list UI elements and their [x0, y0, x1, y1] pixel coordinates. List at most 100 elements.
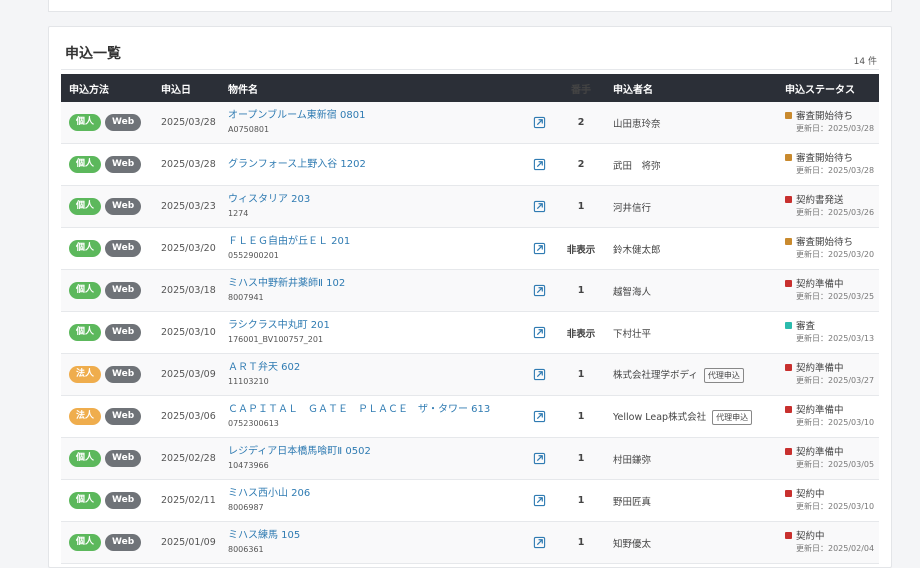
updated-date: 更新日：2025/03/28	[796, 124, 875, 133]
external-link-cell	[521, 143, 557, 186]
property-code: 1274	[228, 209, 249, 218]
applicant-type-badge: 法人	[69, 408, 102, 425]
external-link-cell	[521, 269, 557, 312]
col-header-method: 申込方法	[61, 74, 153, 102]
updated-date: 更新日：2025/03/10	[796, 502, 875, 511]
property-name-link[interactable]: ミハス西小山 206	[228, 487, 521, 501]
property-name-link[interactable]: ＣＡＰＩＴＡＬ ＧＡＴＥ ＰＬＡＣＥ ザ・タワー 613	[228, 403, 521, 417]
ban-number: 1	[557, 353, 605, 396]
applicant-name: 知野優太	[613, 538, 652, 550]
table-row[interactable]: 個人 Web 2025/03/10 ラシクラス中丸町 201 176001_BV…	[61, 311, 879, 354]
method-cell: 個人 Web	[61, 437, 153, 480]
external-link-icon[interactable]	[533, 116, 546, 129]
status-label: 審査開始待ち	[785, 110, 879, 123]
external-link-icon[interactable]	[533, 200, 546, 213]
table-row[interactable]: 個人 Web 2025/03/28 グランフォース上野入谷 1202 2 武田 …	[61, 143, 879, 186]
applicant-name: 下村壮平	[613, 328, 652, 340]
external-link-icon[interactable]	[533, 284, 546, 297]
channel-badge: Web	[105, 156, 142, 173]
applicant-type-badge: 個人	[69, 240, 102, 257]
application-date: 2025/03/18	[153, 269, 220, 312]
property-name-link[interactable]: ＡＲＴ弁天 602	[228, 361, 521, 375]
property-name-link[interactable]: グランフォース上野入谷 1202	[228, 158, 521, 172]
table-row[interactable]: 法人 Web 2025/03/09 ＡＲＴ弁天 602 11103210 1 株…	[61, 353, 879, 396]
table-header: 申込方法 申込日 物件名 番手 申込者名 申込ステータス	[61, 74, 879, 102]
col-header-ban: 番手	[557, 74, 605, 102]
table-row[interactable]: 個人 Web 2025/01/09 ミハス練馬 105 8006361 1 知野…	[61, 521, 879, 564]
col-header-status: 申込ステータス	[777, 74, 879, 102]
table-row[interactable]: 個人 Web 2025/03/23 ウィスタリア 203 1274 1 河井信行…	[61, 185, 879, 228]
col-header-date: 申込日	[153, 74, 220, 102]
property-code: 0552900201	[228, 251, 279, 260]
status-cell: 契約準備中 更新日：2025/03/25	[777, 269, 879, 312]
property-cell: ラシクラス中丸町 201 176001_BV100757_201	[220, 311, 521, 354]
property-name-link[interactable]: ミハス練馬 105	[228, 529, 521, 543]
ban-number: 1	[557, 521, 605, 564]
property-code: 10473966	[228, 461, 269, 470]
application-date: 2025/03/20	[153, 227, 220, 270]
status-cell: 契約準備中 更新日：2025/03/05	[777, 437, 879, 480]
table-row[interactable]: 個人 Web 2025/02/11 ミハス西小山 206 8006987 1 野…	[61, 479, 879, 522]
status-cell: 契約準備中 更新日：2025/03/27	[777, 353, 879, 396]
external-link-icon[interactable]	[533, 494, 546, 507]
applicant-cell: 村田鎌弥	[605, 437, 777, 480]
applicant-type-badge: 個人	[69, 534, 102, 551]
application-date: 2025/03/10	[153, 311, 220, 354]
status-cell: 契約中 更新日：2025/02/04	[777, 521, 879, 564]
property-cell: ＣＡＰＩＴＡＬ ＧＡＴＥ ＰＬＡＣＥ ザ・タワー 613 0752300613	[220, 395, 521, 438]
property-name-link[interactable]: ラシクラス中丸町 201	[228, 319, 521, 333]
status-dot-icon	[785, 532, 792, 539]
external-link-icon[interactable]	[533, 410, 546, 423]
property-code: 8006361	[228, 545, 264, 554]
applicant-cell: 武田 将弥	[605, 143, 777, 186]
external-link-cell	[521, 227, 557, 270]
status-dot-icon	[785, 364, 792, 371]
external-link-icon[interactable]	[533, 242, 546, 255]
updated-date: 更新日：2025/03/10	[796, 418, 875, 427]
property-cell: ミハス練馬 105 8006361	[220, 521, 521, 564]
table-row[interactable]: 個人 Web 2025/03/20 ＦＬＥＧ自由が丘ＥＬ 201 0552900…	[61, 227, 879, 270]
property-code: 176001_BV100757_201	[228, 335, 324, 344]
application-list-card: 申込一覧 14 件 申込方法 申込日 物件名 番手 申込者名 申込ステータス 個…	[48, 26, 892, 568]
result-count: 14 件	[853, 57, 877, 67]
external-link-icon[interactable]	[533, 536, 546, 549]
external-link-icon[interactable]	[533, 368, 546, 381]
applicant-cell: 越智海人	[605, 269, 777, 312]
status-dot-icon	[785, 406, 792, 413]
application-date: 2025/03/09	[153, 353, 220, 396]
table-row[interactable]: 個人 Web 2025/03/18 ミハス中野新井薬師Ⅱ 102 8007941…	[61, 269, 879, 312]
applicant-cell: 鈴木健太郎	[605, 227, 777, 270]
property-name-link[interactable]: ミハス中野新井薬師Ⅱ 102	[228, 277, 521, 291]
property-name-link[interactable]: ウィスタリア 203	[228, 193, 521, 207]
table-row[interactable]: 法人 Web 2025/03/06 ＣＡＰＩＴＡＬ ＧＡＴＥ ＰＬＡＣＥ ザ・タ…	[61, 395, 879, 438]
external-link-cell	[521, 102, 557, 144]
status-text: 契約準備中	[796, 447, 844, 458]
external-link-icon[interactable]	[533, 452, 546, 465]
external-link-cell	[521, 521, 557, 564]
property-name-link[interactable]: レジディア日本橋馬喰町Ⅱ 0502	[228, 445, 521, 459]
status-text: 審査	[796, 321, 816, 332]
property-name-link[interactable]: ＦＬＥＧ自由が丘ＥＬ 201	[228, 235, 521, 249]
status-label: 審査	[785, 320, 879, 333]
method-cell: 法人 Web	[61, 353, 153, 396]
application-date: 2025/01/09	[153, 521, 220, 564]
top-card	[48, 0, 892, 12]
table-row[interactable]: 個人 Web 2025/03/28 オープンブルーム東新宿 0801 A0750…	[61, 102, 879, 144]
method-cell: 法人 Web	[61, 395, 153, 438]
external-link-icon[interactable]	[533, 158, 546, 171]
ban-number: 非表示	[557, 227, 605, 270]
applicant-name: Yellow Leap株式会社	[613, 411, 707, 423]
ban-number: 1	[557, 185, 605, 228]
property-name-link[interactable]: オープンブルーム東新宿 0801	[228, 109, 521, 123]
method-cell: 個人 Web	[61, 143, 153, 186]
updated-date: 更新日：2025/03/28	[796, 166, 875, 175]
applicant-type-badge: 個人	[69, 156, 102, 173]
table-row[interactable]: 個人 Web 2025/02/28 レジディア日本橋馬喰町Ⅱ 0502 1047…	[61, 437, 879, 480]
status-dot-icon	[785, 448, 792, 455]
status-label: 契約書発送	[785, 194, 879, 207]
external-link-icon[interactable]	[533, 326, 546, 339]
status-label: 契約中	[785, 530, 879, 543]
method-cell: 個人 Web	[61, 185, 153, 228]
divider	[61, 69, 879, 70]
ban-number: 1	[557, 437, 605, 480]
